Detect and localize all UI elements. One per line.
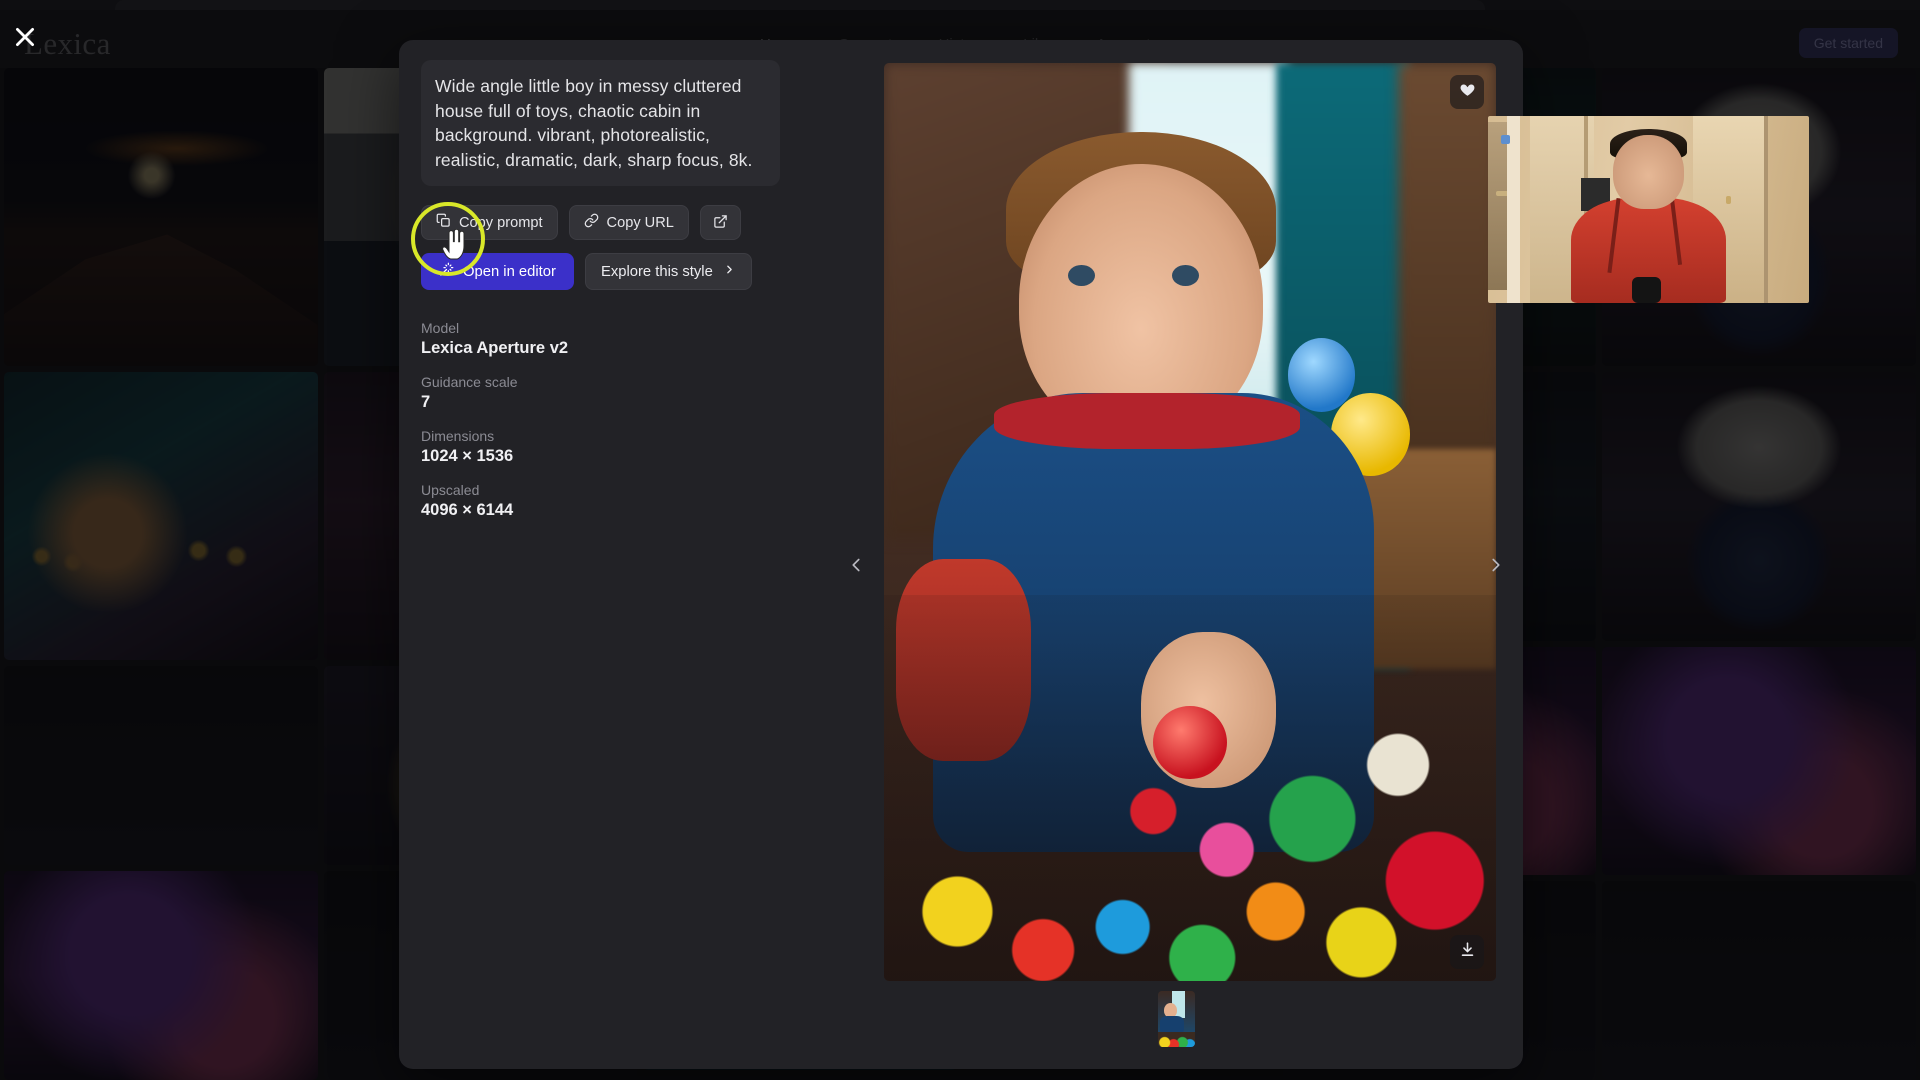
external-link-icon <box>713 214 728 232</box>
thumbnail-strip <box>829 991 1523 1047</box>
metadata-item-upscaled: Upscaled 4096 × 6144 <box>421 482 809 520</box>
like-button[interactable] <box>1450 75 1484 109</box>
image-subject-eye-right <box>1171 264 1199 287</box>
thumbnail-item[interactable] <box>1157 991 1195 1047</box>
webcam-cabinet-seam-2 <box>1764 116 1768 303</box>
open-external-button[interactable] <box>699 205 741 241</box>
prompt-box: Wide angle little boy in messy cluttered… <box>421 60 780 187</box>
open-in-editor-button[interactable]: Open in editor <box>421 253 574 291</box>
image-metadata-list: Model Lexica Aperture v2 Guidance scale 7 Di… <box>421 320 809 520</box>
image-subject-collar <box>994 393 1301 449</box>
copy-url-label: Copy URL <box>606 214 674 231</box>
metadata-value: 1024 × 1536 <box>421 447 514 466</box>
copy-url-button[interactable]: Copy URL <box>568 205 689 241</box>
metadata-value: 4096 × 6144 <box>421 501 514 520</box>
image-info-panel: Wide angle little boy in messy cluttered… <box>399 40 829 1069</box>
open-in-editor-label: Open in editor <box>463 263 556 280</box>
explore-this-style-button[interactable]: Explore this style <box>584 253 752 291</box>
primary-actions-row: Open in editor Explore this style <box>421 253 809 291</box>
webcam-cabinet-knob <box>1725 196 1731 204</box>
metadata-item-guidance-scale: Guidance scale 7 <box>421 374 809 412</box>
magic-wand-icon <box>439 262 454 281</box>
next-image-button[interactable] <box>1479 540 1513 590</box>
image-toy-red-ball <box>1153 705 1227 780</box>
metadata-item-model: Model Lexica Aperture v2 <box>421 320 809 358</box>
image-stage <box>829 40 1523 1069</box>
metadata-item-dimensions: Dimensions 1024 × 1536 <box>421 428 809 466</box>
webcam-person-face <box>1613 134 1684 210</box>
metadata-value: 7 <box>421 393 431 412</box>
chevron-right-icon <box>723 263 736 280</box>
close-modal-button[interactable] <box>8 20 42 54</box>
metadata-label: Guidance scale <box>421 374 518 391</box>
generated-image-preview[interactable] <box>884 63 1496 981</box>
image-detail-modal: Wide angle little boy in messy cluttered… <box>399 40 1523 1069</box>
image-subject-eye-left <box>1067 264 1095 287</box>
metadata-label: Dimensions <box>421 428 495 445</box>
metadata-label: Model <box>421 320 460 337</box>
explore-this-style-label: Explore this style <box>600 263 713 280</box>
webcam-microphone <box>1632 276 1662 303</box>
download-button[interactable] <box>1450 935 1484 969</box>
webcam-wall-sticker <box>1500 134 1511 145</box>
download-icon <box>1459 941 1476 963</box>
copy-icon <box>436 213 451 232</box>
heart-icon <box>1459 81 1476 103</box>
copy-prompt-label: Copy prompt <box>459 214 543 231</box>
copy-actions-row: Copy prompt Copy URL <box>421 205 809 241</box>
webcam-overlay <box>1488 116 1809 303</box>
metadata-label: Upscaled <box>421 482 480 499</box>
link-icon <box>584 213 599 232</box>
copy-prompt-button[interactable]: Copy prompt <box>421 205 558 241</box>
prompt-text: Wide angle little boy in messy cluttered… <box>435 76 753 170</box>
thumbnail-toys <box>1157 1032 1195 1047</box>
previous-image-button[interactable] <box>839 540 873 590</box>
metadata-value: Lexica Aperture v2 <box>421 339 569 358</box>
webcam-door-frame <box>1507 116 1521 303</box>
